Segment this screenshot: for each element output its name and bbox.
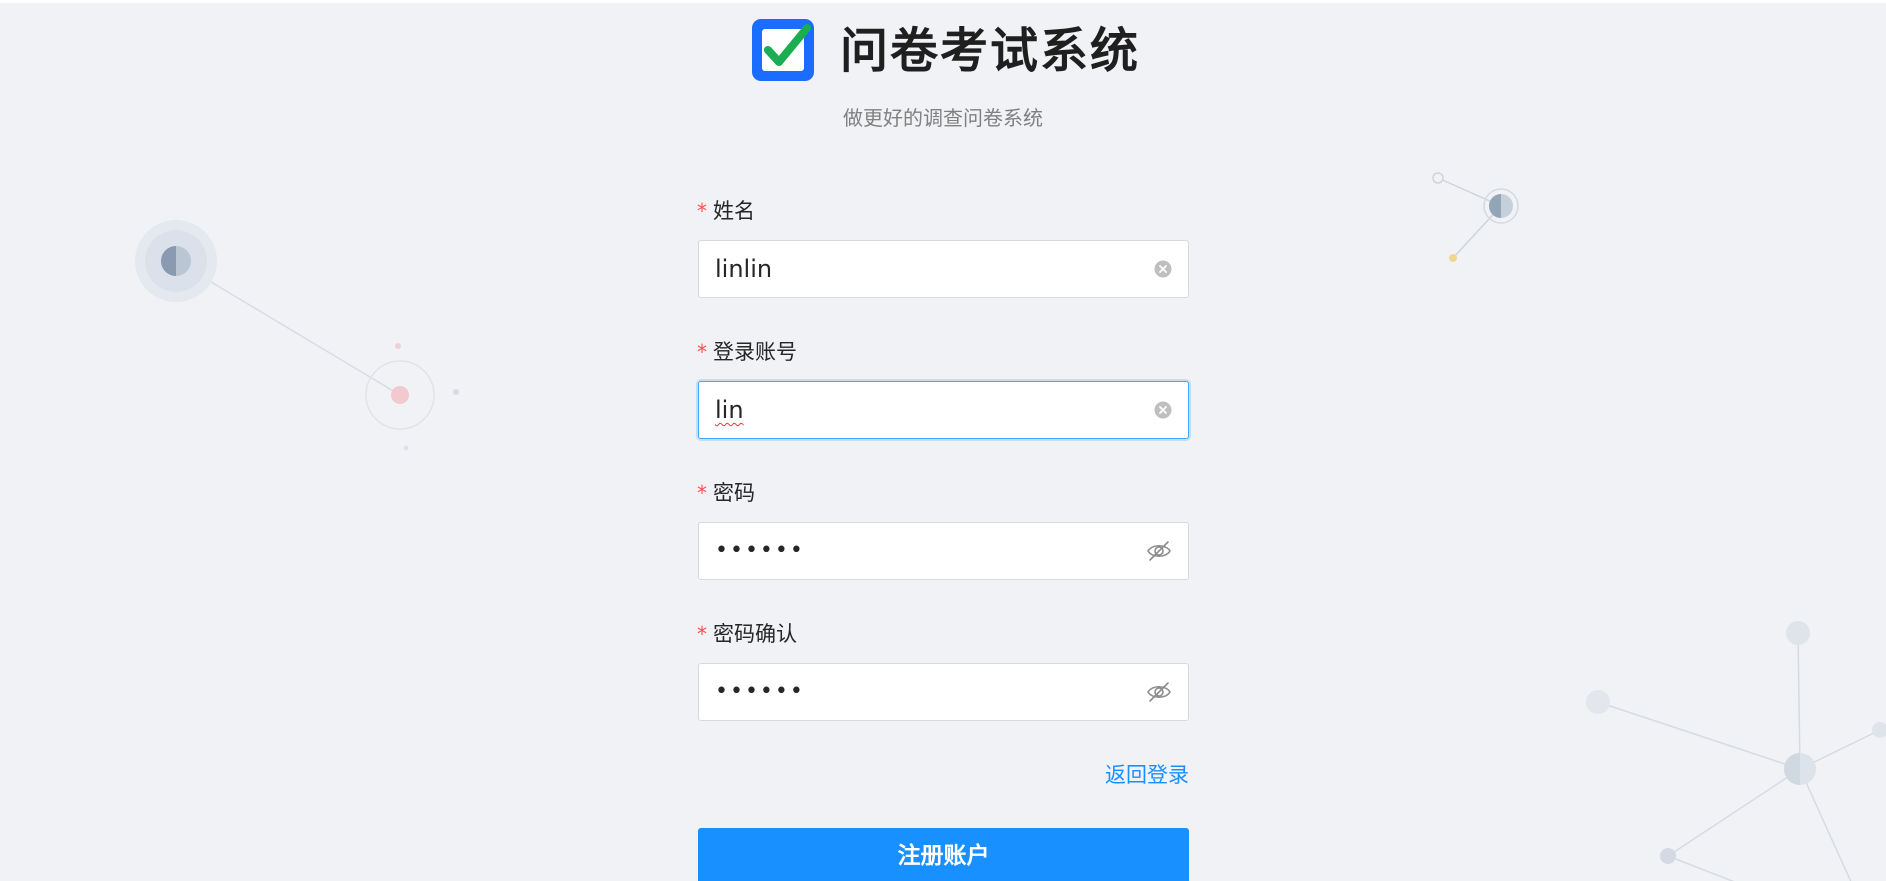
password-confirm-input-value: •••••• bbox=[715, 679, 805, 704]
left-network-decoration bbox=[135, 220, 459, 451]
required-mark: * bbox=[697, 481, 707, 505]
eye-invisible-icon bbox=[1147, 682, 1171, 702]
password-input[interactable]: •••••• bbox=[698, 522, 1189, 580]
account-input[interactable]: lin bbox=[698, 381, 1189, 439]
clear-circle-icon bbox=[1154, 401, 1172, 419]
password-visibility-toggle[interactable] bbox=[1146, 664, 1172, 720]
bottom-right-network-decoration bbox=[1586, 621, 1886, 881]
password-label-text: 密码 bbox=[713, 481, 755, 505]
checkbox-check-icon bbox=[752, 19, 814, 81]
register-page: 问卷考试系统 做更好的调查问卷系统 * 姓名 linlin * 登录账号 lin *… bbox=[0, 0, 1886, 881]
password-confirm-label: * 密码确认 bbox=[697, 619, 797, 649]
name-input-value: linlin bbox=[715, 255, 773, 283]
required-mark: * bbox=[697, 340, 707, 364]
password-visibility-toggle[interactable] bbox=[1146, 523, 1172, 579]
required-mark: * bbox=[697, 199, 707, 223]
password-input-value: •••••• bbox=[715, 538, 805, 563]
account-label-text: 登录账号 bbox=[713, 340, 797, 364]
password-label: * 密码 bbox=[697, 478, 755, 508]
name-input[interactable]: linlin bbox=[698, 240, 1189, 298]
password-confirm-label-text: 密码确认 bbox=[713, 622, 797, 646]
account-label: * 登录账号 bbox=[697, 337, 797, 367]
name-label: * 姓名 bbox=[697, 196, 755, 226]
clear-button[interactable] bbox=[1154, 241, 1172, 297]
header: 问卷考试系统 做更好的调查问卷系统 bbox=[0, 3, 1886, 143]
back-to-login-link[interactable]: 返回登录 bbox=[0, 760, 1189, 790]
app-subtitle: 做更好的调查问卷系统 bbox=[843, 106, 1043, 130]
account-input-value: lin bbox=[715, 396, 744, 424]
name-label-text: 姓名 bbox=[713, 199, 755, 223]
clear-circle-icon bbox=[1154, 260, 1172, 278]
top-right-network-decoration bbox=[1432, 172, 1519, 262]
register-button[interactable]: 注册账户 bbox=[698, 828, 1189, 881]
required-mark: * bbox=[697, 622, 707, 646]
eye-invisible-icon bbox=[1147, 541, 1171, 561]
clear-button[interactable] bbox=[1154, 382, 1172, 438]
password-confirm-input[interactable]: •••••• bbox=[698, 663, 1189, 721]
app-title: 问卷考试系统 bbox=[840, 23, 1141, 79]
